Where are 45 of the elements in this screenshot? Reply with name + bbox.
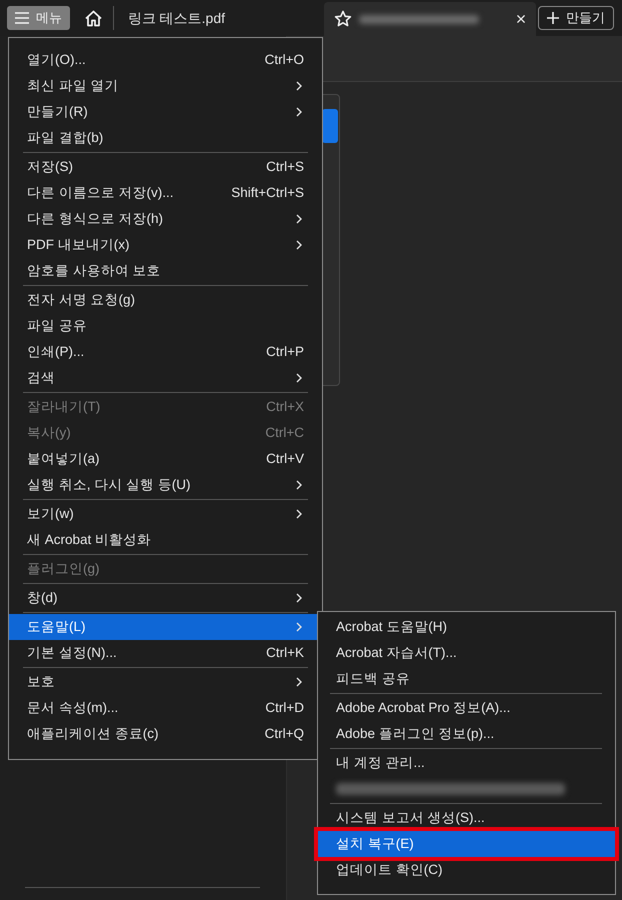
menu-item[interactable]: 피드백 공유 <box>318 666 615 692</box>
menu-item[interactable]: 열기(O)... Ctrl+O <box>9 47 322 73</box>
menu-item[interactable]: 설치 복구(E) <box>318 831 615 857</box>
document-tab[interactable]: × <box>324 2 536 36</box>
shortcut-text: Ctrl+C <box>265 424 304 442</box>
shortcut-text: Ctrl+K <box>266 644 304 662</box>
create-button[interactable]: 만들기 <box>538 6 614 30</box>
document-tab[interactable]: 링크 테스트.pdf <box>128 8 225 28</box>
shortcut-text: Ctrl+P <box>266 342 304 361</box>
shortcut-text: Ctrl+X <box>266 398 304 416</box>
menu-item[interactable]: 실행 취소, 다시 실행 등(U) <box>9 472 322 498</box>
menu-icon <box>15 12 29 24</box>
menu-item[interactable]: 다른 형식으로 저장(h) <box>9 206 322 232</box>
star-icon[interactable] <box>334 10 352 28</box>
menu-item[interactable]: 창(d) <box>9 585 322 611</box>
menu-item[interactable]: 붙여넣기(a) Ctrl+V <box>9 446 322 472</box>
shortcut-text: Ctrl+D <box>265 698 304 717</box>
shortcut-text: Ctrl+Q <box>264 724 304 743</box>
menu-item[interactable]: 다른 이름으로 저장(v)... Shift+Ctrl+S <box>9 180 322 206</box>
menu-item[interactable]: 보기(w) <box>9 501 322 527</box>
home-icon <box>84 10 103 27</box>
menu-item[interactable]: 내 계정 관리... <box>318 750 615 776</box>
menu-item[interactable]: Adobe Acrobat Pro 정보(A)... <box>318 695 615 721</box>
menu-item[interactable]: 파일 결합(b) <box>9 125 322 151</box>
menu-item[interactable]: 저장(S) Ctrl+S <box>9 154 322 180</box>
menu-item[interactable]: 새 Acrobat 비활성화 <box>9 527 322 553</box>
menu-item[interactable]: PDF 내보내기(x) <box>9 232 322 258</box>
menu-item[interactable]: 파일 공유 <box>9 313 322 339</box>
menu-item[interactable]: 최신 파일 열기 <box>9 73 322 99</box>
menu-item[interactable]: 시스템 보고서 생성(S)... <box>318 805 615 831</box>
menu-item[interactable]: 검색 <box>9 365 322 391</box>
menu-button[interactable]: 메뉴 <box>7 6 70 30</box>
menu-item[interactable]: 만들기(R) <box>9 99 322 125</box>
menu-item[interactable]: 업데이트 확인(C) <box>318 857 615 883</box>
menu-item[interactable]: Adobe 플러그인 정보(p)... <box>318 721 615 747</box>
shortcut-text: Ctrl+S <box>266 158 304 176</box>
menu-item[interactable]: 전자 서명 요청(g) <box>9 287 322 313</box>
menu-item[interactable]: 암호를 사용하여 보호 <box>9 258 322 284</box>
shortcut-text: Shift+Ctrl+S <box>231 184 304 202</box>
shortcut-text: Ctrl+V <box>266 450 304 468</box>
plus-icon <box>547 12 560 24</box>
menu-item[interactable]: Acrobat 자습서(T)... <box>318 640 615 666</box>
close-button[interactable]: × <box>516 10 526 28</box>
shortcut-text: Ctrl+O <box>264 50 304 69</box>
menu-item[interactable]: 인쇄(P)... Ctrl+P <box>9 339 322 365</box>
